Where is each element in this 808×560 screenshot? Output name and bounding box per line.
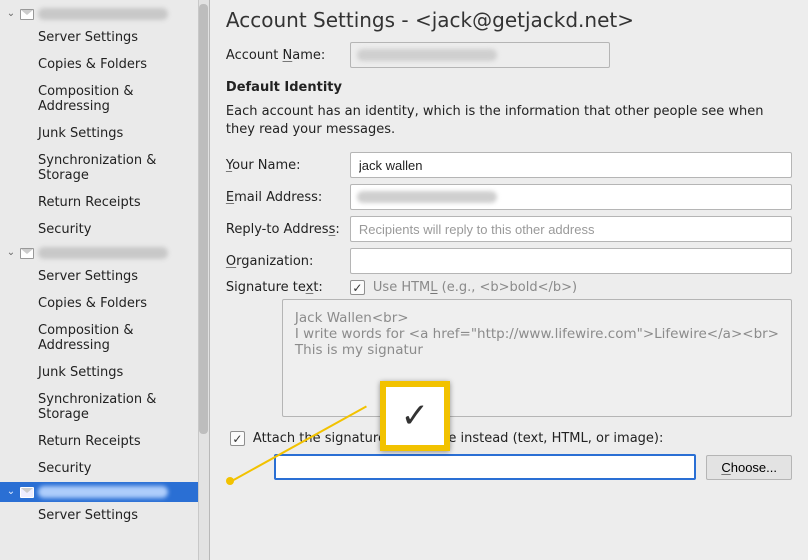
tree-item-composition-addressing[interactable]: Composition & Addressing xyxy=(0,78,209,120)
mail-icon xyxy=(20,487,34,498)
use-html-label: Use HTML (e.g., <b>bold</b>) xyxy=(373,280,577,295)
signature-file-row: Choose... xyxy=(274,454,792,480)
tree-item-security[interactable]: Security xyxy=(0,216,209,243)
tree-item-sync-storage[interactable]: Synchronization & Storage xyxy=(0,386,209,428)
email-input[interactable] xyxy=(350,184,792,210)
signature-text-row: Signature text: Use HTML (e.g., <b>bold<… xyxy=(226,280,792,295)
account-name-obscured xyxy=(38,486,168,498)
email-row: Email Address: xyxy=(226,184,792,210)
replyto-input[interactable] xyxy=(350,216,792,242)
signature-line: I write words for <a href="http://www.li… xyxy=(295,326,779,342)
tree-item-junk-settings[interactable]: Junk Settings xyxy=(0,359,209,386)
account-name-label: Account Name: xyxy=(226,48,350,63)
tree-item-sync-storage[interactable]: Synchronization & Storage xyxy=(0,147,209,189)
account-name-obscured xyxy=(38,8,168,20)
account-row-1[interactable]: ⌄ xyxy=(0,4,209,24)
expander-icon[interactable]: ⌄ xyxy=(6,248,16,258)
signature-textarea[interactable]: Jack Wallen<br> I write words for <a hre… xyxy=(282,299,792,417)
identity-description: Each account has an identity, which is t… xyxy=(226,103,792,138)
scrollbar-thumb[interactable] xyxy=(199,4,208,434)
signature-file-input[interactable] xyxy=(274,454,696,480)
signature-line: This is my signatur xyxy=(295,342,779,358)
attach-signature-label: Attach the signature from a file instead… xyxy=(253,431,663,446)
signature-line: Jack Wallen<br> xyxy=(295,310,779,326)
organization-input[interactable] xyxy=(350,248,792,274)
tree-item-return-receipts[interactable]: Return Receipts xyxy=(0,428,209,455)
account-name-obscured xyxy=(38,247,168,259)
mail-icon xyxy=(20,9,34,20)
email-value-obscured xyxy=(357,191,497,203)
default-identity-heading: Default Identity xyxy=(226,80,792,95)
account-name-row: Account Name: xyxy=(226,42,792,68)
tree-item-security[interactable]: Security xyxy=(0,455,209,482)
tree-item-server-settings[interactable]: Server Settings xyxy=(0,263,209,290)
your-name-row: Your Name: xyxy=(226,152,792,178)
sidebar-scrollbar[interactable] xyxy=(198,0,209,560)
account-row-3-selected[interactable]: ⌄ xyxy=(0,482,209,502)
choose-file-button[interactable]: Choose... xyxy=(706,455,792,480)
tree-item-copies-folders[interactable]: Copies & Folders xyxy=(0,290,209,317)
tree-item-return-receipts[interactable]: Return Receipts xyxy=(0,189,209,216)
account-name-value-obscured xyxy=(357,49,497,61)
expander-icon[interactable]: ⌄ xyxy=(6,9,16,19)
settings-main-panel: Account Settings - <jack@getjackd.net> A… xyxy=(210,0,808,560)
tree-item-copies-folders[interactable]: Copies & Folders xyxy=(0,51,209,78)
account-row-2[interactable]: ⌄ xyxy=(0,243,209,263)
expander-icon[interactable]: ⌄ xyxy=(6,487,16,497)
replyto-row: Reply-to Address: xyxy=(226,216,792,242)
organization-label: Organization: xyxy=(226,254,350,269)
attach-signature-checkbox[interactable] xyxy=(230,431,245,446)
page-title: Account Settings - <jack@getjackd.net> xyxy=(226,8,792,32)
attach-signature-row: Attach the signature from a file instead… xyxy=(226,431,792,446)
account-tree: ⌄ Server Settings Copies & Folders Compo… xyxy=(0,0,209,529)
use-html-checkbox[interactable] xyxy=(350,280,365,295)
your-name-input[interactable] xyxy=(350,152,792,178)
organization-row: Organization: xyxy=(226,248,792,274)
tree-item-composition-addressing[interactable]: Composition & Addressing xyxy=(0,317,209,359)
replyto-label: Reply-to Address: xyxy=(226,222,350,237)
mail-icon xyxy=(20,248,34,259)
signature-text-label: Signature text: xyxy=(226,280,350,295)
tree-item-junk-settings[interactable]: Junk Settings xyxy=(0,120,209,147)
email-label: Email Address: xyxy=(226,190,350,205)
callout-dot xyxy=(226,477,234,485)
tree-item-server-settings[interactable]: Server Settings xyxy=(0,24,209,51)
tree-item-server-settings[interactable]: Server Settings xyxy=(0,502,209,529)
account-name-input[interactable] xyxy=(350,42,610,68)
your-name-label: Your Name: xyxy=(226,158,350,173)
account-tree-sidebar: ⌄ Server Settings Copies & Folders Compo… xyxy=(0,0,210,560)
